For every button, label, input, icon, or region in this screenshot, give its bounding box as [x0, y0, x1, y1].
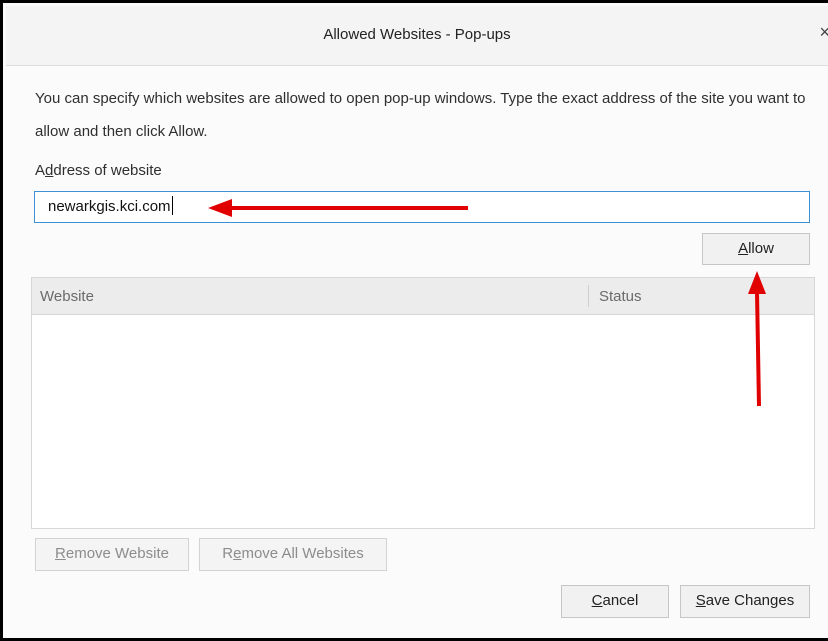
- arrow-head: [208, 199, 232, 217]
- arrow-head: [748, 271, 766, 294]
- arrow-to-allow-button: [748, 271, 766, 407]
- arrow-shaft: [755, 291, 761, 407]
- arrow-to-address-input: [208, 199, 468, 217]
- annotation-arrows: [208, 199, 766, 407]
